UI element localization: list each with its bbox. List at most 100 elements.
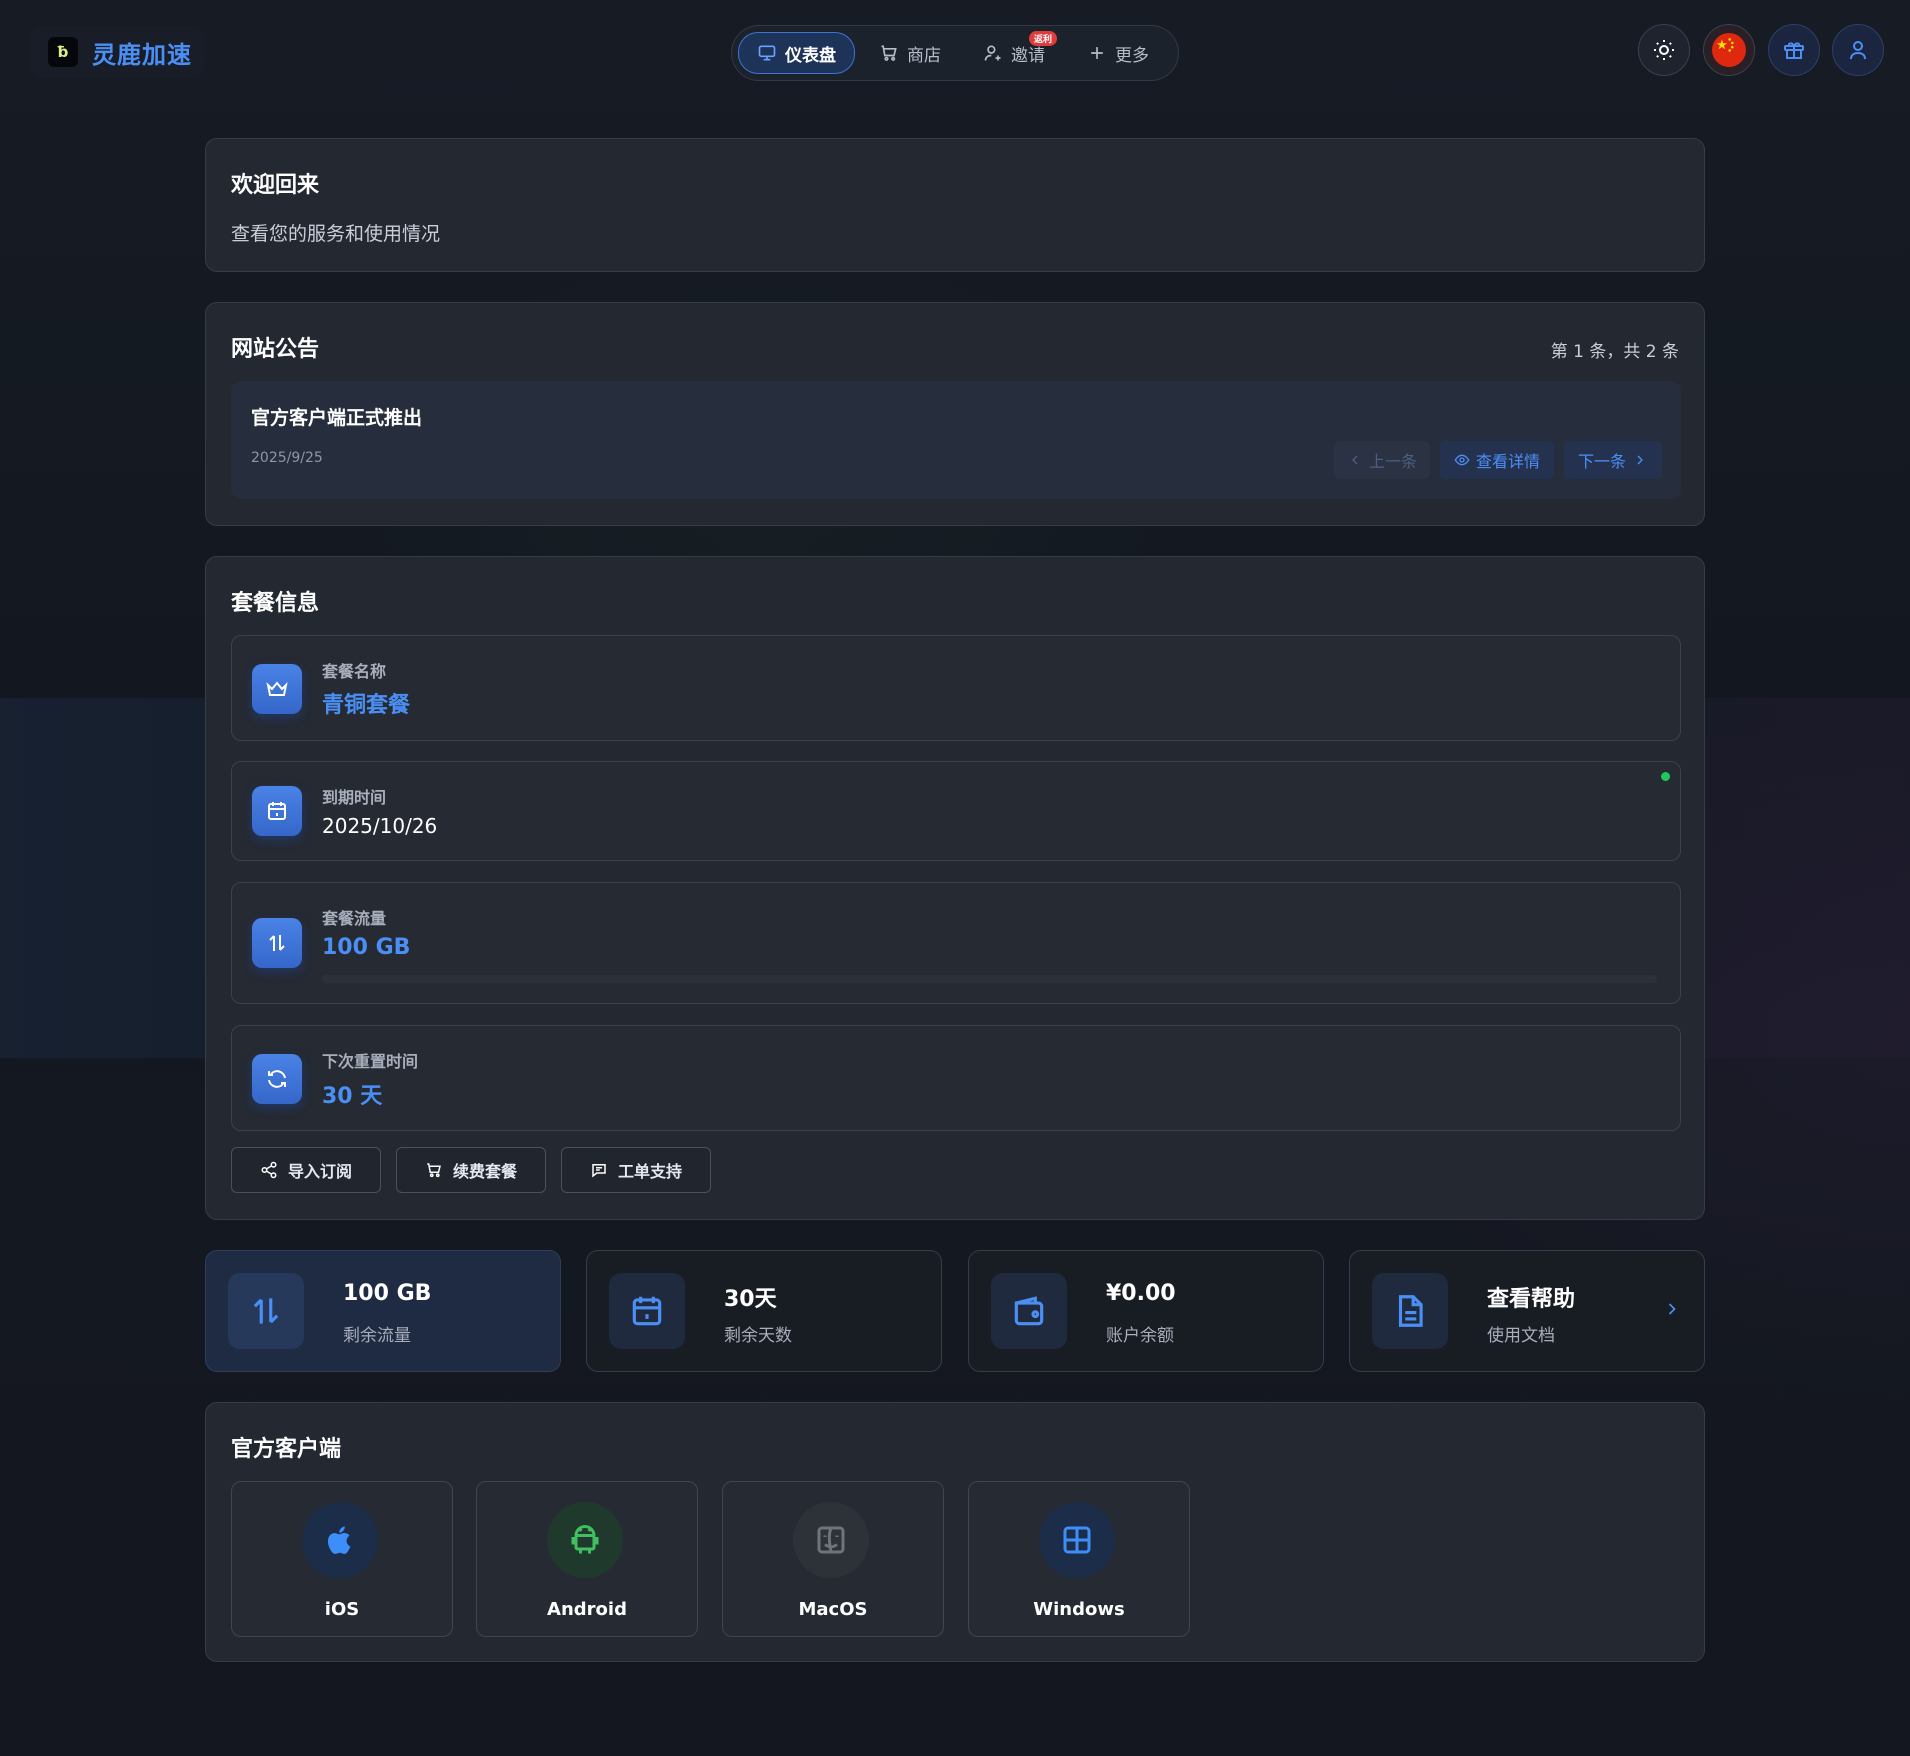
gift-button[interactable] bbox=[1768, 24, 1820, 76]
deer-logo-icon: ƀ bbox=[48, 37, 78, 67]
reset-label: 下次重置时间 bbox=[322, 1052, 419, 1071]
chevron-left-icon bbox=[1352, 455, 1358, 465]
traffic-icon bbox=[228, 1273, 304, 1349]
eye-icon bbox=[1454, 454, 1470, 466]
nav-dashboard[interactable]: 仪表盘 bbox=[738, 32, 855, 74]
plus-icon bbox=[1091, 47, 1103, 59]
plan-name-label: 套餐名称 bbox=[322, 662, 387, 681]
plan-card: 套餐信息 套餐名称 青铜套餐 到期时间 2025/10/26 套餐流量 100 … bbox=[205, 556, 1705, 1220]
nav-more-label: 更多 bbox=[1115, 45, 1149, 66]
expire-row: 到期时间 2025/10/26 bbox=[231, 761, 1681, 861]
stat-balance: ¥0.00 账户余额 bbox=[968, 1250, 1324, 1372]
client-name: MacOS bbox=[798, 1599, 868, 1620]
document-icon bbox=[1372, 1273, 1448, 1349]
reset-row: 下次重置时间 30 天 bbox=[231, 1025, 1681, 1131]
announcement-card: 网站公告 第 1 条，共 2 条 官方客户端正式推出 2025/9/25 上一条… bbox=[205, 302, 1705, 526]
traffic-icon bbox=[252, 918, 302, 968]
stat-remaining-traffic: 100 GB 剩余流量 bbox=[205, 1250, 561, 1372]
user-plus-icon bbox=[984, 45, 1001, 61]
import-label: 导入订阅 bbox=[287, 1162, 352, 1181]
monitor-icon bbox=[758, 45, 776, 61]
announcement-pager: 第 1 条，共 2 条 bbox=[1550, 342, 1679, 362]
windows-icon bbox=[1039, 1502, 1115, 1578]
stat-value: 30天 bbox=[724, 1287, 777, 1312]
plan-name-value: 青铜套餐 bbox=[322, 693, 411, 718]
prev-label: 上一条 bbox=[1368, 452, 1417, 471]
plan-title: 套餐信息 bbox=[231, 591, 320, 616]
wallet-icon bbox=[991, 1273, 1067, 1349]
nav-shop[interactable]: 商店 bbox=[861, 33, 959, 73]
client-android[interactable]: Android bbox=[476, 1481, 698, 1637]
client-windows[interactable]: Windows bbox=[968, 1481, 1190, 1637]
traffic-progress-bar bbox=[322, 975, 1657, 983]
view-details-button[interactable]: 查看详情 bbox=[1440, 441, 1554, 479]
ticket-support-button[interactable]: 工单支持 bbox=[561, 1147, 711, 1193]
sun-icon bbox=[1654, 40, 1674, 60]
nav-shop-label: 商店 bbox=[907, 45, 941, 66]
traffic-value: 100 GB bbox=[322, 935, 411, 960]
reset-value: 30 天 bbox=[322, 1084, 383, 1109]
renew-plan-button[interactable]: 续费套餐 bbox=[396, 1147, 546, 1193]
nav-dashboard-label: 仪表盘 bbox=[785, 45, 836, 66]
stat-label: 剩余天数 bbox=[724, 1326, 792, 1346]
stat-remaining-days: 30天 剩余天数 bbox=[586, 1250, 942, 1372]
traffic-label: 套餐流量 bbox=[322, 909, 387, 928]
main-nav: 仪表盘 商店 邀请 返利 更多 bbox=[731, 25, 1179, 81]
announcement-title: 网站公告 bbox=[231, 337, 320, 362]
nav-invite[interactable]: 邀请 返利 bbox=[965, 31, 1063, 73]
expire-label: 到期时间 bbox=[322, 788, 387, 807]
stat-label: 账户余额 bbox=[1106, 1326, 1174, 1346]
welcome-subtitle: 查看您的服务和使用情况 bbox=[231, 223, 441, 245]
announcement-item-title: 官方客户端正式推出 bbox=[251, 407, 423, 429]
status-dot bbox=[1661, 772, 1670, 781]
stat-value: ¥0.00 bbox=[1106, 1281, 1176, 1306]
calendar-icon bbox=[252, 786, 302, 836]
rebate-badge: 返利 bbox=[1028, 31, 1057, 46]
import-subscription-button[interactable]: 导入订阅 bbox=[231, 1147, 381, 1193]
clients-title: 官方客户端 bbox=[231, 1437, 342, 1462]
user-menu-button[interactable] bbox=[1832, 24, 1884, 76]
traffic-row: 套餐流量 100 GB bbox=[231, 882, 1681, 1004]
stat-value: 100 GB bbox=[343, 1281, 432, 1306]
cart-icon bbox=[881, 45, 897, 61]
chevron-right-icon bbox=[1668, 1303, 1676, 1315]
cart-icon bbox=[427, 1163, 441, 1178]
stat-label: 剩余流量 bbox=[343, 1326, 411, 1346]
ticket-label: 工单支持 bbox=[617, 1162, 682, 1181]
chevron-right-icon bbox=[1637, 455, 1643, 465]
renew-label: 续费套餐 bbox=[452, 1162, 517, 1181]
welcome-title: 欢迎回来 bbox=[231, 173, 320, 198]
client-name: Windows bbox=[1033, 1599, 1125, 1620]
gift-icon bbox=[1784, 42, 1804, 59]
brand-name: 灵鹿加速 bbox=[92, 40, 192, 69]
apple-icon bbox=[302, 1502, 378, 1578]
android-icon bbox=[547, 1502, 623, 1578]
welcome-card: 欢迎回来 查看您的服务和使用情况 bbox=[205, 138, 1705, 272]
expire-value: 2025/10/26 bbox=[322, 814, 438, 838]
client-ios[interactable]: iOS bbox=[231, 1481, 453, 1637]
clients-card: 官方客户端 iOS Android MacOS Windows bbox=[205, 1402, 1705, 1662]
next-announcement-button[interactable]: 下一条 bbox=[1564, 441, 1662, 479]
user-icon bbox=[1850, 41, 1866, 60]
next-label: 下一条 bbox=[1577, 452, 1626, 471]
calendar-icon bbox=[609, 1273, 685, 1349]
language-button[interactable] bbox=[1703, 24, 1755, 76]
client-macos[interactable]: MacOS bbox=[722, 1481, 944, 1637]
announcement-item-date: 2025/9/25 bbox=[251, 450, 323, 466]
finder-icon bbox=[793, 1502, 869, 1578]
message-icon bbox=[592, 1164, 606, 1178]
client-name: Android bbox=[547, 1599, 627, 1620]
prev-announcement-button[interactable]: 上一条 bbox=[1334, 441, 1430, 479]
plan-name-row: 套餐名称 青铜套餐 bbox=[231, 635, 1681, 741]
crown-icon bbox=[252, 664, 302, 714]
client-name: iOS bbox=[324, 1599, 360, 1620]
share-icon bbox=[261, 1161, 277, 1179]
help-docs-card[interactable]: 查看帮助 使用文档 bbox=[1349, 1250, 1705, 1372]
china-flag-icon bbox=[1712, 33, 1746, 67]
stat-label: 使用文档 bbox=[1487, 1326, 1555, 1346]
theme-toggle-button[interactable] bbox=[1638, 24, 1690, 76]
nav-more[interactable]: 更多 bbox=[1069, 33, 1167, 73]
brand-logo[interactable]: ƀ 灵鹿加速 bbox=[30, 26, 204, 78]
stat-value: 查看帮助 bbox=[1487, 1287, 1576, 1312]
refresh-icon bbox=[252, 1054, 302, 1104]
